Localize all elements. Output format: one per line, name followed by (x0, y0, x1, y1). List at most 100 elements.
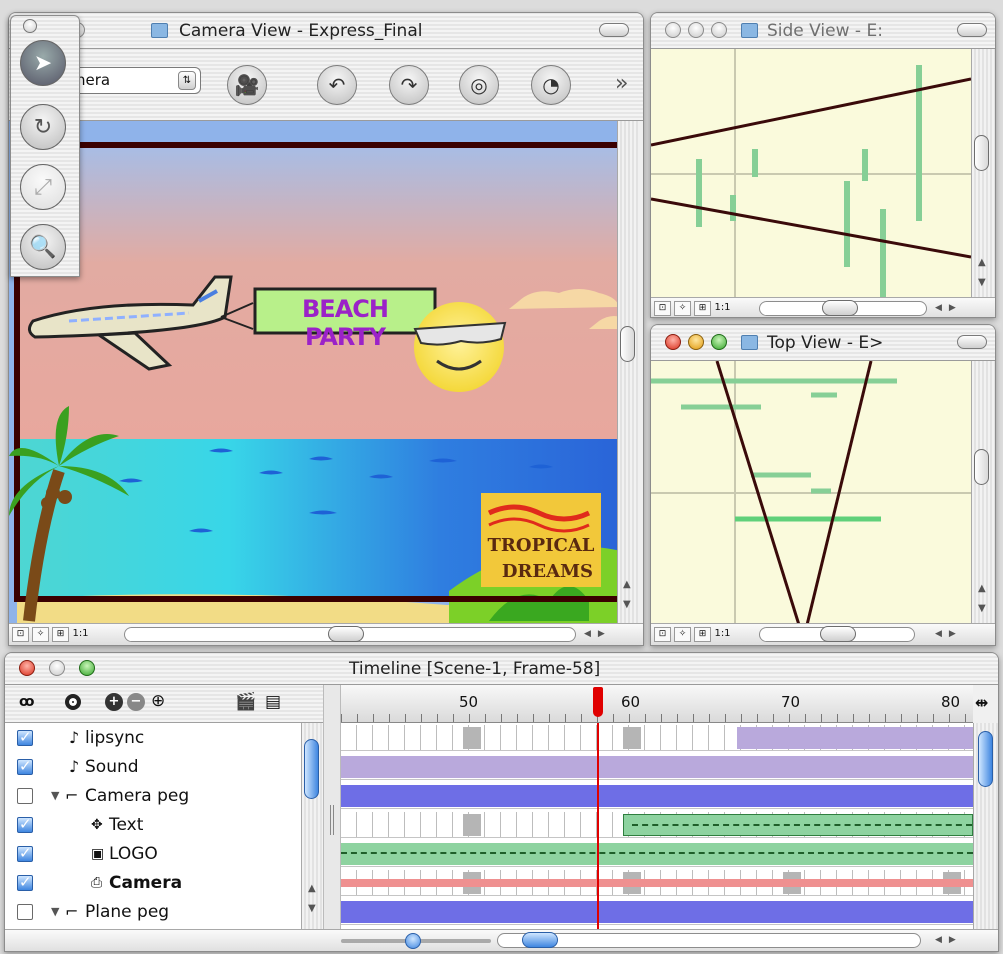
layer-visibility-checkbox[interactable] (17, 757, 33, 775)
zoom-button[interactable] (711, 22, 727, 38)
frame-ruler[interactable]: 50 60 70 80 (341, 685, 973, 723)
camera-hscroll-thumb[interactable] (328, 626, 364, 642)
rotate-tool[interactable]: ↻ (20, 104, 66, 150)
layer-visibility-checkbox[interactable] (17, 873, 33, 891)
scroll-down-arrow-icon[interactable]: ▼ (308, 903, 316, 914)
tilt-path-icon[interactable]: ↷ (389, 65, 429, 105)
scroll-down-arrow-icon[interactable]: ▼ (623, 599, 631, 610)
add-peg-icon[interactable]: ⊕ (151, 691, 165, 711)
scroll-up-arrow-icon[interactable]: ▲ (308, 883, 316, 894)
key-cell[interactable] (463, 814, 481, 836)
side-view-titlebar[interactable]: Side View - E: (651, 13, 995, 49)
minimize-button[interactable] (49, 660, 65, 676)
text-exposure-bar[interactable] (623, 814, 973, 836)
notes-icon[interactable]: ▤ (265, 692, 281, 712)
timeline-titlebar[interactable]: Timeline [Scene-1, Frame-58] (5, 653, 998, 685)
camera-element-bar[interactable] (341, 879, 973, 887)
close-button[interactable] (665, 334, 681, 350)
palette-close-button[interactable] (23, 19, 37, 33)
camera-peg-bar[interactable] (341, 785, 973, 807)
layer-visibility-checkbox[interactable] (17, 815, 33, 833)
magic-wand-icon[interactable]: ✧ (32, 627, 49, 642)
frame-icon[interactable]: ⊡ (12, 627, 29, 642)
layer-visibility-checkbox[interactable] (17, 903, 33, 920)
clock-icon[interactable]: ◔ (531, 65, 571, 105)
magic-wand-icon[interactable]: ✧ (674, 627, 691, 642)
minimize-button[interactable] (688, 334, 704, 350)
layer-visibility-checkbox[interactable] (17, 787, 33, 804)
camera-select[interactable]: nera ⇅ (69, 67, 201, 94)
top-vscroll-thumb[interactable] (974, 449, 989, 485)
top-hscroll-thumb[interactable] (820, 626, 856, 642)
disclosure-triangle-icon[interactable]: ▼ (51, 789, 59, 802)
grid-icon[interactable]: ⊞ (52, 627, 69, 642)
clapper-icon[interactable]: 🎬 (235, 692, 256, 712)
track-logo[interactable] (341, 841, 973, 867)
hscroll-arrows-icon[interactable]: ◀▶ (935, 303, 963, 313)
close-button[interactable] (19, 660, 35, 676)
side-view-canvas[interactable] (651, 49, 972, 297)
key-cell[interactable] (623, 727, 641, 749)
add-layer-icon[interactable]: + (105, 693, 123, 711)
timeline-vscrollbar[interactable] (973, 723, 998, 929)
scroll-down-arrow-icon[interactable]: ▼ (978, 603, 986, 614)
side-hscroll-track[interactable] (759, 300, 927, 316)
side-hscroll-thumb[interactable] (822, 300, 858, 316)
sound-bar[interactable] (341, 756, 973, 778)
record-icon[interactable] (65, 694, 81, 710)
lipsync-bar[interactable] (737, 727, 973, 749)
plane-peg-bar[interactable] (341, 901, 973, 923)
track-text[interactable] (341, 812, 973, 838)
layer-row-camera[interactable]: ⎙ Camera (5, 868, 301, 897)
layer-row-text[interactable]: ✥ Text (5, 810, 301, 839)
key-cell[interactable] (463, 727, 481, 749)
toolbar-toggle-button[interactable] (957, 335, 987, 349)
layer-row-sound[interactable]: ♪ Sound (5, 752, 301, 781)
timeline-zoom-slider[interactable] (341, 933, 491, 949)
minimize-button[interactable] (688, 22, 704, 38)
layer-visibility-checkbox[interactable] (17, 844, 33, 862)
layer-list-scrollbar[interactable]: ▲ ▼ (301, 723, 323, 929)
camera-vscroll-thumb[interactable] (620, 326, 635, 362)
layer-row-plane-peg[interactable]: ▼ ⌐ Plane peg (5, 897, 301, 926)
top-vscrollbar[interactable]: ▲ ▼ (971, 361, 995, 625)
remove-layer-icon[interactable]: − (127, 693, 145, 711)
playhead-handle[interactable] (593, 687, 603, 717)
arrow-tool[interactable]: ➤ (20, 40, 66, 86)
scroll-up-arrow-icon[interactable]: ▲ (623, 579, 631, 590)
hscroll-arrows-icon[interactable]: ◀▶ (584, 629, 612, 639)
hscroll-arrows-icon[interactable]: ◀▶ (935, 935, 963, 945)
grid-icon[interactable]: ⊞ (694, 301, 711, 316)
camera-view-titlebar[interactable]: Camera View - Express_Final (9, 13, 643, 49)
one-to-one-button[interactable]: 1:1 (72, 627, 89, 642)
magic-wand-icon[interactable]: ✧ (674, 301, 691, 316)
scroll-down-arrow-icon[interactable]: ▼ (978, 277, 986, 288)
close-button[interactable] (665, 22, 681, 38)
one-to-one-button[interactable]: 1:1 (714, 301, 731, 316)
track-lipsync[interactable] (341, 725, 973, 751)
side-vscroll-thumb[interactable] (974, 135, 989, 171)
binoculars-icon[interactable]: ꝏ (19, 694, 34, 710)
zoom-tool[interactable]: 🔍 (20, 224, 66, 270)
zoom-button[interactable] (711, 334, 727, 350)
layer-row-logo[interactable]: ▣ LOGO (5, 839, 301, 868)
scroll-up-arrow-icon[interactable]: ▲ (978, 257, 986, 268)
top-view-canvas[interactable] (651, 360, 971, 626)
splitter-handle[interactable] (323, 685, 341, 929)
zoom-button[interactable] (79, 660, 95, 676)
track-sound[interactable] (341, 754, 973, 780)
layer-row-camera-peg[interactable]: ▼ ⌐ Camera peg (5, 781, 301, 810)
track-camera-peg[interactable] (341, 783, 973, 809)
camera-hscroll-track[interactable] (124, 626, 576, 642)
grid-icon[interactable]: ⊞ (694, 627, 711, 642)
camera-canvas[interactable]: BEACH PARTY TROPICAL DREAMS (9, 121, 617, 623)
rotate-path-icon[interactable]: ↶ (317, 65, 357, 105)
frame-icon[interactable]: ⊡ (654, 627, 671, 642)
pan-path-icon[interactable]: ◎ (459, 65, 499, 105)
timeline-hscroll-thumb[interactable] (522, 932, 558, 948)
layer-visibility-checkbox[interactable] (17, 728, 33, 746)
transform-tool[interactable]: ⤢ (20, 164, 66, 210)
toolbar-toggle-button[interactable] (957, 23, 987, 37)
timeline-vscroll-thumb[interactable] (978, 731, 993, 787)
camera-vscrollbar[interactable]: ▲ ▼ (617, 121, 638, 623)
